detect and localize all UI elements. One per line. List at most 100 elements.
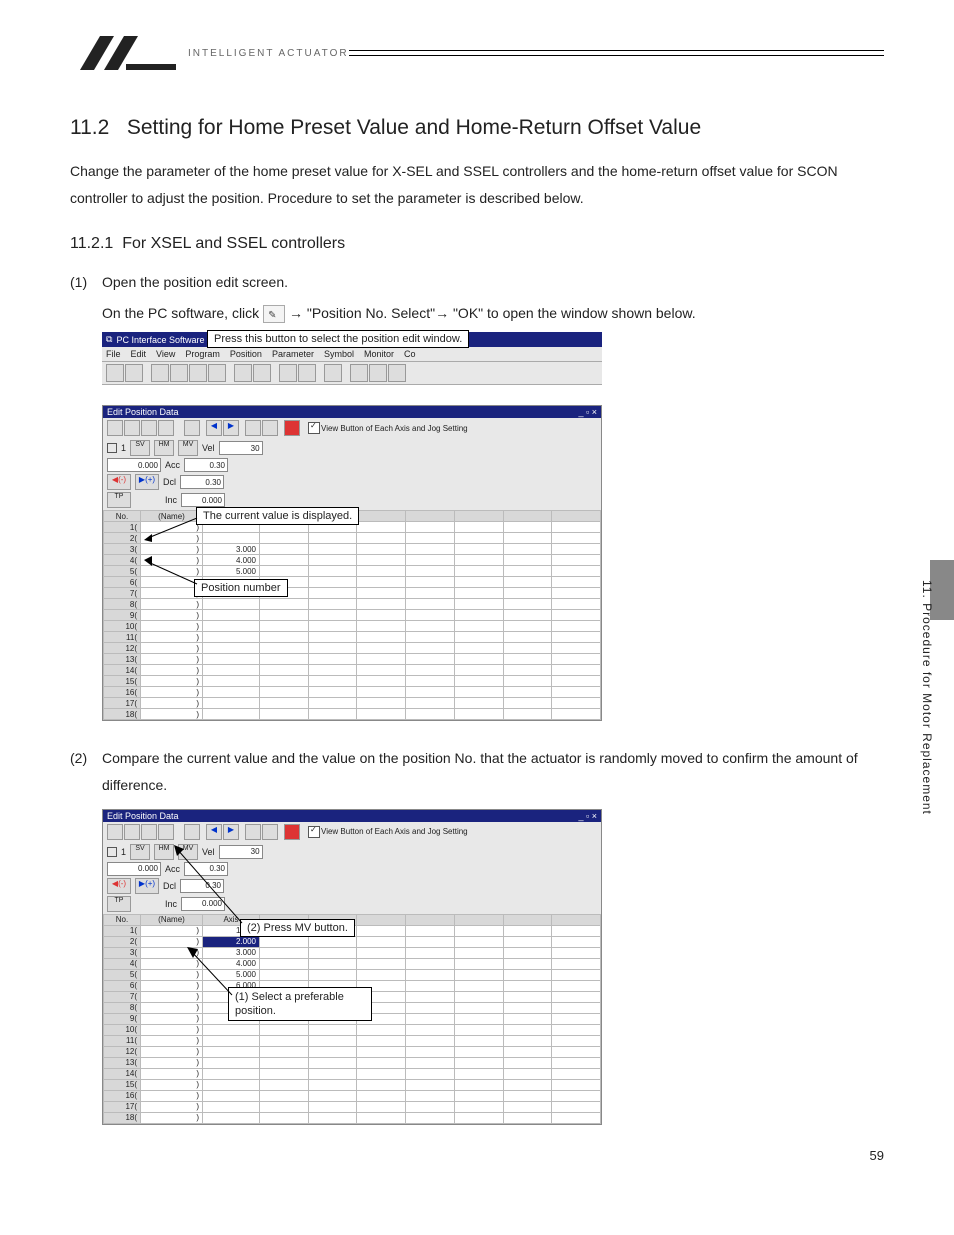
jog-minus-button[interactable]: ◀(-) <box>107 474 131 490</box>
menu-file[interactable]: File <box>106 349 121 359</box>
acc-input[interactable]: 0.30 <box>184 458 228 472</box>
toolbar-button[interactable] <box>141 824 157 840</box>
menu-program[interactable]: Program <box>185 349 220 359</box>
toolbar-button[interactable] <box>245 420 261 436</box>
toolbar-button[interactable] <box>141 420 157 436</box>
table-row[interactable]: 14() <box>104 665 601 676</box>
table-row[interactable]: 16() <box>104 1090 601 1101</box>
dcl-input[interactable]: 0.30 <box>180 475 224 489</box>
menu-position[interactable]: Position <box>230 349 262 359</box>
vel-input[interactable]: 30 <box>219 845 263 859</box>
menu-monitor[interactable]: Monitor <box>364 349 394 359</box>
table-row[interactable]: 13() <box>104 654 601 665</box>
menu-parameter[interactable]: Parameter <box>272 349 314 359</box>
tp-button[interactable]: TP <box>107 492 131 508</box>
toolbar-button[interactable] <box>125 364 143 382</box>
table-row[interactable]: 15() <box>104 1079 601 1090</box>
toolbar-button[interactable] <box>184 420 200 436</box>
table-row[interactable]: 12() <box>104 1046 601 1057</box>
table-row[interactable]: 3()3.000 <box>104 947 601 958</box>
menu-symbol[interactable]: Symbol <box>324 349 354 359</box>
dcl-input[interactable]: 0.30 <box>180 879 224 893</box>
toolbar-button[interactable] <box>279 364 297 382</box>
jog-plus-button[interactable]: ▶(+) <box>135 474 159 490</box>
prev-button[interactable]: ◀ <box>206 824 222 840</box>
stop-button[interactable] <box>284 824 300 840</box>
position-grid[interactable]: No. (Name) Axis 1() 2() 3()3.000 4()4.00… <box>103 510 601 720</box>
table-row[interactable]: 11() <box>104 1035 601 1046</box>
toolbar-button[interactable] <box>151 364 169 382</box>
toolbar-button[interactable] <box>106 364 124 382</box>
table-row[interactable]: 4()4.000 <box>104 958 601 969</box>
toolbar-button[interactable] <box>388 364 406 382</box>
stop-button[interactable] <box>284 420 300 436</box>
sv-button[interactable]: SV <box>130 844 150 860</box>
toolbar-button[interactable] <box>324 364 342 382</box>
next-button[interactable]: ▶ <box>223 824 239 840</box>
mv-button[interactable]: MV <box>178 440 198 456</box>
view-button-checkbox[interactable] <box>308 422 320 434</box>
table-row[interactable]: 2() <box>104 533 601 544</box>
tp-button[interactable]: TP <box>107 896 131 912</box>
next-button[interactable]: ▶ <box>223 420 239 436</box>
table-row[interactable]: 16() <box>104 687 601 698</box>
table-row[interactable]: 17() <box>104 1101 601 1112</box>
table-row[interactable]: 17() <box>104 698 601 709</box>
toolbar-button[interactable] <box>189 364 207 382</box>
table-row[interactable]: 3()3.000 <box>104 544 601 555</box>
toolbar-button[interactable] <box>124 824 140 840</box>
table-row[interactable]: 5()5.000 <box>104 969 601 980</box>
hm-button[interactable]: HM <box>154 440 174 456</box>
toolbar-button[interactable] <box>234 364 252 382</box>
jog-plus-button[interactable]: ▶(+) <box>135 878 159 894</box>
table-row[interactable]: 2()2.000 <box>104 936 601 947</box>
toolbar-button[interactable] <box>124 420 140 436</box>
table-row[interactable]: 10() <box>104 621 601 632</box>
toolbar-button[interactable] <box>107 420 123 436</box>
toolbar-button[interactable] <box>262 420 278 436</box>
table-row[interactable]: 11() <box>104 632 601 643</box>
view-button-checkbox[interactable] <box>308 826 320 838</box>
window-controls[interactable]: _ ▫ × <box>579 407 597 417</box>
toolbar-button[interactable] <box>158 420 174 436</box>
table-row[interactable]: 6()6.000 <box>104 577 601 588</box>
table-row[interactable]: 18() <box>104 1112 601 1123</box>
menu-view[interactable]: View <box>156 349 175 359</box>
acc-input[interactable]: 0.30 <box>184 862 228 876</box>
toolbar-button[interactable] <box>253 364 271 382</box>
inc-input[interactable]: 0.000 <box>181 493 225 507</box>
menu-edit[interactable]: Edit <box>131 349 147 359</box>
hm-button[interactable]: HM <box>154 844 174 860</box>
menu-co[interactable]: Co <box>404 349 416 359</box>
table-row[interactable]: 12() <box>104 643 601 654</box>
toolbar-button[interactable] <box>350 364 368 382</box>
table-row[interactable]: 5()5.000 <box>104 566 601 577</box>
window-controls[interactable]: _ ▫ × <box>579 811 597 821</box>
toolbar-button[interactable] <box>262 824 278 840</box>
sv-button[interactable]: SV <box>130 440 150 456</box>
table-row[interactable]: 15() <box>104 676 601 687</box>
vel-input[interactable]: 30 <box>219 441 263 455</box>
toolbar-button[interactable] <box>208 364 226 382</box>
toolbar-button[interactable] <box>170 364 188 382</box>
table-row[interactable]: 14() <box>104 1068 601 1079</box>
inc-input[interactable]: 0.000 <box>181 897 225 911</box>
toolbar-button[interactable] <box>245 824 261 840</box>
toolbar-button[interactable] <box>369 364 387 382</box>
toolbar-button[interactable] <box>184 824 200 840</box>
table-row[interactable]: 8() <box>104 599 601 610</box>
table-row[interactable]: 10() <box>104 1024 601 1035</box>
axis-checkbox[interactable] <box>107 443 117 453</box>
mv-button[interactable]: MV <box>178 844 198 860</box>
table-row[interactable]: 13() <box>104 1057 601 1068</box>
table-row[interactable]: 4()4.000 <box>104 555 601 566</box>
table-row[interactable]: 7() <box>104 588 601 599</box>
table-row[interactable]: 18() <box>104 709 601 720</box>
axis-checkbox[interactable] <box>107 847 117 857</box>
toolbar-button[interactable] <box>298 364 316 382</box>
toolbar-button[interactable] <box>158 824 174 840</box>
prev-button[interactable]: ◀ <box>206 420 222 436</box>
toolbar-button[interactable] <box>107 824 123 840</box>
table-row[interactable]: 9() <box>104 610 601 621</box>
jog-minus-button[interactable]: ◀(-) <box>107 878 131 894</box>
